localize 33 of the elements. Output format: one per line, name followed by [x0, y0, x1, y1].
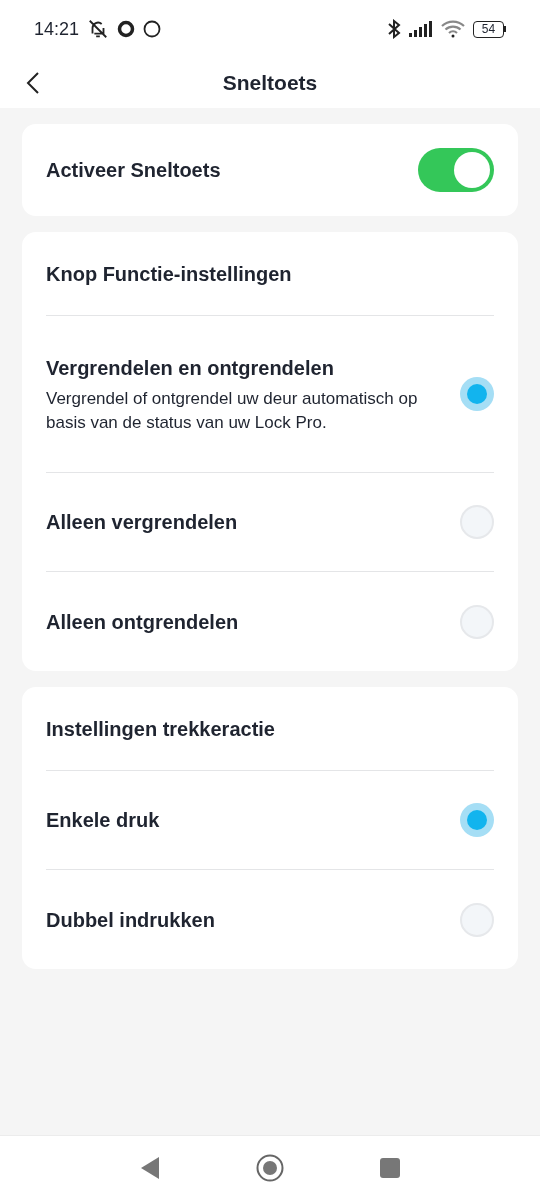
back-icon[interactable]: [26, 71, 40, 95]
option-label: Vergrendelen en ontgrendelen: [46, 356, 335, 381]
page-title: Sneltoets: [222, 70, 318, 97]
circle-icon: [143, 20, 162, 38]
option-row[interactable]: Alleen vergrendelen: [46, 473, 494, 572]
option-label: Alleen vergrendelen: [46, 510, 238, 535]
recents-square-icon[interactable]: [380, 1158, 400, 1178]
option-description: Vergrendel of ontgrendel uw deur automatisch op basis van de status van uw Lock Pro.: [46, 388, 419, 434]
option-row[interactable]: Dubbel indrukken: [46, 870, 494, 969]
radio-button[interactable]: [460, 803, 494, 837]
battery-icon: 54: [473, 20, 506, 38]
muted-bell-icon: [87, 18, 110, 40]
ring-icon: [117, 20, 136, 38]
bluetooth-icon: [387, 19, 401, 39]
radio-button[interactable]: [460, 377, 494, 411]
back-triangle-icon[interactable]: [140, 1156, 160, 1180]
status-time: 14:21: [34, 17, 80, 41]
option-label: Enkele druk: [46, 808, 160, 833]
home-circle-icon[interactable]: [256, 1154, 284, 1182]
option-row[interactable]: Enkele druk: [46, 771, 494, 870]
radio-button[interactable]: [460, 902, 494, 937]
section-title: Knop Functie-instellingen: [46, 261, 292, 287]
option-row[interactable]: Vergrendelen en ontgrendelen Vergrendel of ontgrendel uw deur automatisch op basis van de status van uw Lock Pro.: [46, 316, 494, 473]
option-row[interactable]: Alleen ontgrendelen: [46, 572, 494, 671]
toggle-switch[interactable]: [418, 148, 494, 192]
radio-button[interactable]: [460, 604, 494, 639]
signal-icon: [409, 21, 433, 37]
option-label: Alleen ontgrendelen: [46, 609, 239, 635]
wifi-icon: [441, 20, 465, 38]
toggle-label: Activeer Sneltoets: [46, 158, 221, 183]
option-label: Dubbel indrukken: [46, 907, 215, 933]
section-title: Instellingen trekkeractie: [46, 716, 275, 742]
radio-button[interactable]: [460, 505, 494, 539]
